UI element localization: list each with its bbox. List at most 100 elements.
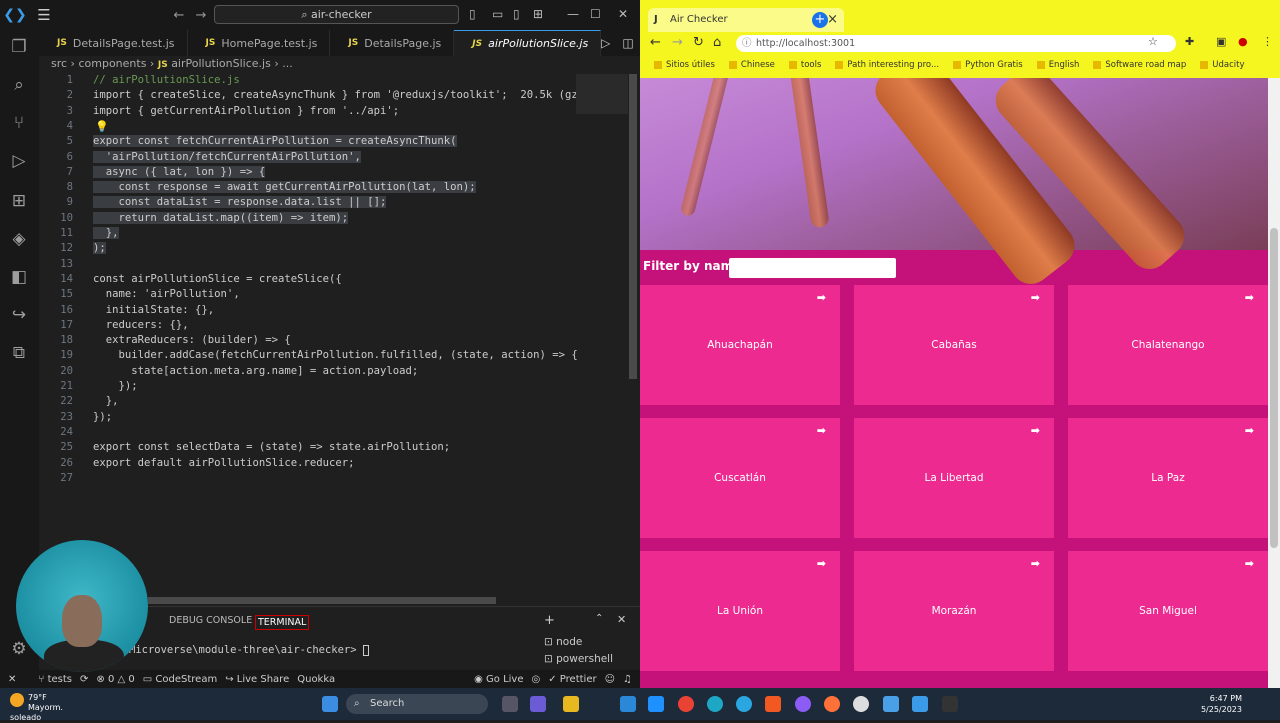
code-line[interactable]: return dataList.map((item) => item);: [93, 211, 349, 224]
timeline-icon[interactable]: ◧: [8, 266, 30, 288]
code-line[interactable]: },: [93, 227, 119, 239]
file-explorer-icon[interactable]: [563, 696, 579, 712]
codestream-status[interactable]: ▭ CodeStream: [143, 674, 217, 685]
code-line[interactable]: reducers: {},: [93, 319, 189, 331]
code-line[interactable]: const response = await getCurrentAirPoll…: [93, 181, 476, 194]
code-line[interactable]: state[action.meta.arg.name] = action.pay…: [93, 365, 418, 377]
region-card[interactable]: ➡ La Paz: [1068, 418, 1268, 538]
command-search-box[interactable]: ⌕ air-checker: [214, 5, 459, 24]
go-live-status[interactable]: ◉ Go Live: [474, 674, 523, 685]
close-tab-icon[interactable]: ×: [827, 8, 838, 32]
arrow-right-icon[interactable]: ➡: [1031, 291, 1040, 304]
code-line[interactable]: },: [93, 395, 119, 407]
chrome-icon[interactable]: [678, 696, 694, 712]
account-icon[interactable]: ☺: [605, 674, 615, 685]
task-view-icon[interactable]: [502, 696, 518, 712]
maximize-icon[interactable]: ☐: [590, 7, 601, 21]
back-icon[interactable]: ←: [650, 35, 661, 50]
arrow-right-icon[interactable]: ➡: [1245, 557, 1254, 570]
home-icon[interactable]: ⌂: [713, 35, 721, 50]
tab-home-page-test[interactable]: JS HomePage.test.js: [188, 30, 331, 56]
code-line[interactable]: export default airPollutionSlice.reducer…: [93, 457, 355, 469]
code-line[interactable]: name: 'airPollution',: [93, 288, 240, 300]
code-line[interactable]: );: [93, 242, 106, 255]
breadcrumb-components[interactable]: components: [78, 57, 146, 70]
remote-icon[interactable]: ◈: [8, 228, 30, 250]
testing-icon[interactable]: ⧉: [8, 342, 30, 364]
firefox-icon[interactable]: [824, 696, 840, 712]
remote-status-icon[interactable]: ✕: [8, 674, 16, 685]
bookmark-item[interactable]: tools: [788, 60, 821, 70]
notifications-icon[interactable]: ♫: [623, 674, 632, 685]
terminal-taskbar-icon[interactable]: [942, 696, 958, 712]
code-editor[interactable]: 1 // airPollutionSlice.js 2 import { create…: [39, 72, 599, 592]
taskbar-search[interactable]: ⌕ Search: [346, 694, 488, 714]
arrow-right-icon[interactable]: ➡: [817, 557, 826, 570]
prettier-status[interactable]: ✓ Prettier: [548, 674, 596, 685]
close-icon[interactable]: ✕: [618, 7, 628, 21]
run-debug-icon[interactable]: ▷: [8, 150, 30, 172]
bookmark-star-icon[interactable]: ☆: [1148, 35, 1158, 48]
bookmark-item[interactable]: Udacity: [1200, 60, 1245, 70]
chrome-menu-icon[interactable]: ⋮: [1262, 35, 1273, 48]
reload-icon[interactable]: ↻: [693, 35, 704, 50]
breadcrumb-more[interactable]: ...: [282, 57, 293, 70]
bookmark-item[interactable]: Path interesting pro...: [835, 60, 939, 70]
arrow-right-icon[interactable]: ➡: [817, 424, 826, 437]
tab-terminal[interactable]: TERMINAL: [255, 615, 310, 630]
bookmark-item[interactable]: Sitios útiles: [654, 60, 715, 70]
maximize-panel-icon[interactable]: ⌃: [595, 613, 603, 624]
code-line[interactable]: const airPollutionSlice = createSlice({: [93, 273, 342, 285]
code-line[interactable]: extraReducers: (builder) => {: [93, 334, 291, 346]
toggle-sidebar-icon[interactable]: ▯: [469, 7, 476, 21]
teams-icon[interactable]: [530, 696, 546, 712]
lightbulb-icon[interactable]: 💡: [95, 120, 109, 133]
terminal-item-powershell[interactable]: ⊡ powershell: [544, 653, 613, 665]
app-white-icon[interactable]: [853, 696, 869, 712]
forward-icon[interactable]: →: [190, 8, 212, 23]
region-card[interactable]: ➡ La Unión: [640, 551, 840, 671]
edge-icon[interactable]: [707, 696, 723, 712]
terminal-item-node[interactable]: ⊡ node: [544, 636, 582, 648]
problems-status[interactable]: ⊗ 0 △ 0: [96, 674, 134, 685]
region-card[interactable]: ➡ San Miguel: [1068, 551, 1268, 671]
bookmark-item[interactable]: Python Gratis: [953, 60, 1023, 70]
search-icon[interactable]: ⌕: [8, 74, 30, 96]
minimap[interactable]: [576, 74, 628, 114]
tab-details-page-test[interactable]: JS DetailsPage.test.js: [39, 30, 188, 56]
terminal-prompt[interactable]: Microverse\module-three\air-checker>: [129, 644, 369, 656]
region-card[interactable]: ➡ Cabañas: [854, 285, 1054, 405]
arrow-right-icon[interactable]: ➡: [1031, 424, 1040, 437]
copilot-icon[interactable]: ◎: [532, 674, 541, 685]
back-icon[interactable]: ←: [168, 8, 190, 23]
tab-debug-console[interactable]: DEBUG CONSOLE: [169, 615, 252, 626]
code-line[interactable]: 'airPollution/fetchCurrentAirPollution',: [93, 150, 361, 163]
arrow-right-icon[interactable]: ➡: [1245, 424, 1254, 437]
code-line[interactable]: import { createSlice, createAsyncThunk }…: [93, 89, 590, 101]
tab-air-pollution-slice[interactable]: JS airPollutionSlice.js: [454, 30, 602, 56]
minimize-icon[interactable]: —: [567, 7, 579, 21]
brave-icon[interactable]: [765, 696, 781, 712]
toggle-secondary-icon[interactable]: ▯: [513, 7, 520, 21]
bookmark-item[interactable]: Chinese: [728, 60, 775, 70]
region-card[interactable]: ➡ Cuscatlán: [640, 418, 840, 538]
address-bar[interactable]: ⓘ http://localhost:3001: [736, 35, 1176, 52]
editor-horizontal-scrollbar[interactable]: [148, 597, 496, 604]
code-line[interactable]: export const selectData = (state) => sta…: [93, 441, 450, 453]
explorer-icon[interactable]: ❐: [8, 36, 30, 58]
breadcrumb-src[interactable]: src: [51, 57, 67, 70]
store-icon[interactable]: [620, 696, 636, 712]
arrow-right-icon[interactable]: ➡: [1245, 291, 1254, 304]
code-line[interactable]: builder.addCase(fetchCurrentAirPollution…: [93, 349, 578, 361]
split-editor-icon[interactable]: ◫: [622, 36, 633, 50]
new-tab-button[interactable]: +: [812, 12, 828, 28]
code-line[interactable]: const dataList = response.data.list || […: [93, 196, 387, 209]
quokka-status[interactable]: Quokka: [297, 674, 335, 685]
new-terminal-icon[interactable]: +: [544, 613, 555, 628]
page-scrollbar-thumb[interactable]: [1270, 228, 1278, 548]
vscode-taskbar-icon[interactable]: [912, 696, 928, 712]
region-card[interactable]: ➡ La Libertad: [854, 418, 1054, 538]
live-share-status[interactable]: ↪ Live Share: [225, 674, 289, 685]
source-control-icon[interactable]: ⑂: [8, 112, 30, 134]
tab-details-page[interactable]: JS DetailsPage.js: [330, 30, 455, 56]
